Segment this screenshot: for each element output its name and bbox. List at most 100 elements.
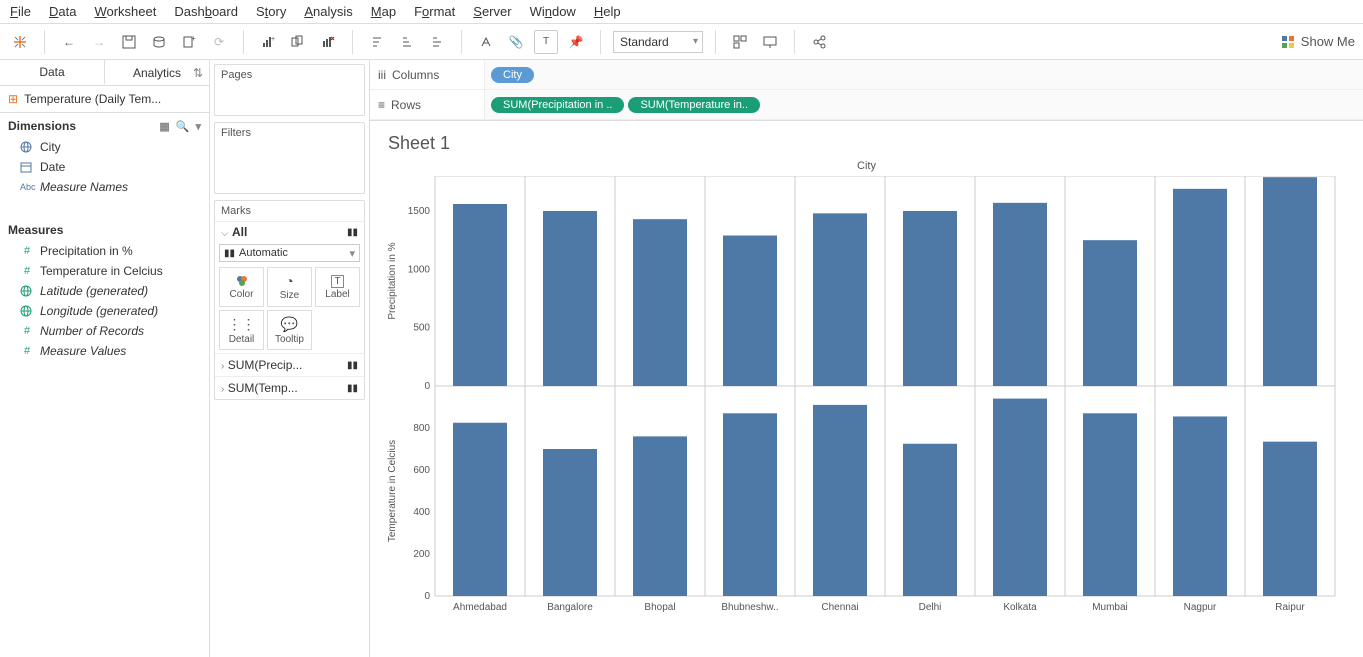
bar[interactable] — [453, 423, 507, 596]
marks-shelf-precip[interactable]: › SUM(Precip...▮▮ — [215, 353, 364, 376]
tab-data[interactable]: Data — [0, 60, 105, 85]
share-icon[interactable] — [807, 30, 831, 54]
bar[interactable] — [993, 203, 1047, 386]
forward-icon[interactable]: → — [87, 30, 111, 54]
field-measure-values[interactable]: #Measure Values — [0, 341, 209, 361]
pill-precip[interactable]: SUM(Precipitation in .. — [491, 97, 624, 113]
svg-text:1000: 1000 — [408, 264, 431, 275]
group-icon[interactable]: 📎 — [504, 30, 528, 54]
svg-text:500: 500 — [413, 323, 430, 334]
view-icon[interactable]: ▦ — [159, 120, 169, 133]
datasource-row[interactable]: ⊞ Temperature (Daily Tem... — [0, 86, 209, 113]
save-icon[interactable] — [117, 30, 141, 54]
sort-clear-icon[interactable] — [425, 30, 449, 54]
viz-pane: iiiColumns City ≡Rows SUM(Precipitation … — [370, 60, 1363, 657]
chart-area[interactable]: City 050010001500Precipitation in %02004… — [370, 160, 1363, 657]
search-icon[interactable]: 🔍 — [176, 120, 190, 133]
show-me-button[interactable]: Show Me — [1281, 34, 1355, 49]
svg-text:+: + — [271, 36, 275, 43]
bar[interactable] — [1263, 177, 1317, 386]
field-measure-names[interactable]: AbcMeasure Names — [0, 177, 209, 197]
pages-card[interactable]: Pages — [214, 64, 365, 116]
menu-data[interactable]: Data — [49, 4, 76, 19]
pill-temp[interactable]: SUM(Temperature in.. — [628, 97, 760, 113]
bar[interactable] — [453, 204, 507, 386]
field-longitude-generated-[interactable]: Longitude (generated) — [0, 301, 209, 321]
bar[interactable] — [993, 399, 1047, 596]
dimensions-header: Dimensions ▦🔍▾ — [0, 113, 209, 137]
refresh-icon[interactable]: ⟳ — [207, 30, 231, 54]
bar[interactable] — [1083, 240, 1137, 386]
menu-story[interactable]: Story — [256, 4, 286, 19]
tab-analytics[interactable]: Analytics⇅ — [105, 60, 209, 85]
highlight-icon[interactable] — [474, 30, 498, 54]
svg-text:+: + — [191, 35, 196, 43]
filters-card[interactable]: Filters — [214, 122, 365, 194]
menu-window[interactable]: Window — [530, 4, 576, 19]
bar[interactable] — [903, 211, 957, 386]
sort-asc-icon[interactable] — [365, 30, 389, 54]
menu-icon[interactable]: ▾ — [195, 120, 201, 133]
mark-tooltip[interactable]: 💬Tooltip — [267, 310, 312, 350]
field-icon: # — [20, 245, 34, 257]
mark-size[interactable]: ◔Size — [267, 267, 312, 307]
bar[interactable] — [1083, 413, 1137, 596]
mark-type-select[interactable]: ▮▮Automatic — [219, 244, 360, 262]
bar[interactable] — [723, 236, 777, 387]
bar[interactable] — [1173, 416, 1227, 596]
bar[interactable] — [633, 436, 687, 596]
columns-shelf[interactable]: iiiColumns City — [370, 60, 1363, 90]
menubar: File Data Worksheet Dashboard Story Anal… — [0, 0, 1363, 24]
svg-text:Bhopal: Bhopal — [644, 602, 675, 613]
bar[interactable] — [813, 405, 867, 596]
rows-shelf[interactable]: ≡Rows SUM(Precipitation in .. SUM(Temper… — [370, 90, 1363, 120]
marks-all[interactable]: ⌵ All▮▮ — [215, 221, 364, 242]
bar[interactable] — [813, 213, 867, 386]
bar[interactable] — [1173, 189, 1227, 386]
bar[interactable] — [1263, 442, 1317, 596]
clear-icon[interactable] — [316, 30, 340, 54]
sheet-title[interactable]: Sheet 1 — [370, 121, 1363, 160]
field-label: Date — [40, 160, 65, 174]
field-city[interactable]: City — [0, 137, 209, 157]
menu-help[interactable]: Help — [594, 4, 621, 19]
duplicate-icon[interactable] — [286, 30, 310, 54]
menu-worksheet[interactable]: Worksheet — [94, 4, 156, 19]
svg-text:600: 600 — [413, 465, 430, 476]
bar[interactable] — [543, 449, 597, 596]
tableau-logo-icon[interactable] — [8, 30, 32, 54]
fit-select[interactable]: Standard — [613, 31, 703, 53]
menu-file[interactable]: File — [10, 4, 31, 19]
bar[interactable] — [543, 211, 597, 386]
mark-color[interactable]: Color — [219, 267, 264, 307]
bar[interactable] — [633, 219, 687, 386]
new-datasource-icon[interactable] — [147, 30, 171, 54]
menu-server[interactable]: Server — [473, 4, 511, 19]
menu-map[interactable]: Map — [371, 4, 396, 19]
presentation-icon[interactable] — [758, 30, 782, 54]
pin-icon[interactable]: 📌 — [564, 30, 588, 54]
field-temperature-in-celcius[interactable]: #Temperature in Celcius — [0, 261, 209, 281]
text-icon[interactable]: T — [534, 30, 558, 54]
pill-city[interactable]: City — [491, 67, 534, 83]
mark-detail[interactable]: ⋮⋮Detail — [219, 310, 264, 350]
field-number-of-records[interactable]: #Number of Records — [0, 321, 209, 341]
field-precipitation-in-[interactable]: # Precipitation in % — [0, 241, 209, 261]
menu-dashboard[interactable]: Dashboard — [174, 4, 238, 19]
field-label: Precipitation in % — [40, 244, 133, 258]
back-icon[interactable]: ← — [57, 30, 81, 54]
swap-icon[interactable]: + — [256, 30, 280, 54]
marks-shelf-temp[interactable]: › SUM(Temp...▮▮ — [215, 376, 364, 399]
field-icon — [20, 305, 34, 317]
new-worksheet-icon[interactable]: + — [177, 30, 201, 54]
menu-format[interactable]: Format — [414, 4, 455, 19]
field-date[interactable]: Date — [0, 157, 209, 177]
field-latitude-generated-[interactable]: Latitude (generated) — [0, 281, 209, 301]
bar[interactable] — [723, 413, 777, 596]
bar[interactable] — [903, 444, 957, 596]
sort-desc-icon[interactable] — [395, 30, 419, 54]
mark-label[interactable]: TLabel — [315, 267, 360, 307]
menu-analysis[interactable]: Analysis — [304, 4, 352, 19]
dashboard-preview-icon[interactable] — [728, 30, 752, 54]
field-icon: # — [20, 345, 34, 357]
